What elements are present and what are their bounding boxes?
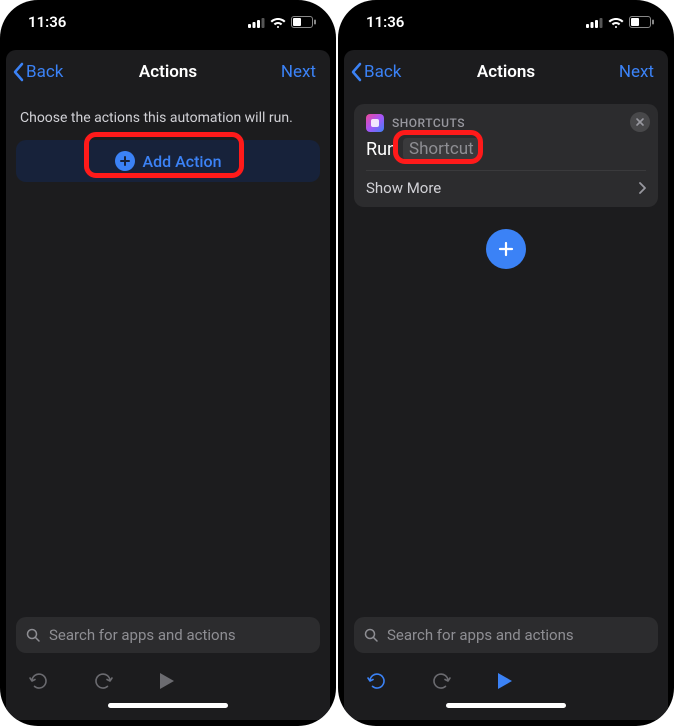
search-placeholder: Search for apps and actions bbox=[387, 626, 574, 644]
cellular-icon bbox=[248, 17, 265, 28]
undo-icon bbox=[28, 670, 50, 692]
undo-button[interactable] bbox=[360, 664, 394, 698]
chevron-right-icon bbox=[638, 181, 646, 195]
toolbar bbox=[16, 661, 320, 701]
redo-button[interactable] bbox=[86, 664, 120, 698]
phone-left: 11:36 Back Actions Next Choose the actio… bbox=[0, 0, 336, 726]
redo-icon bbox=[430, 670, 452, 692]
action-card: SHORTCUTS Run Shortcut Show More bbox=[354, 104, 658, 207]
add-action-button[interactable]: Add Action bbox=[16, 140, 320, 182]
redo-icon bbox=[92, 670, 114, 692]
nav-bar: Back Actions Next bbox=[6, 50, 330, 94]
search-input[interactable]: Search for apps and actions bbox=[354, 617, 658, 653]
bottom-area: Search for apps and actions bbox=[344, 609, 668, 720]
card-header-label: SHORTCUTS bbox=[392, 116, 465, 130]
status-time: 11:36 bbox=[366, 13, 404, 31]
home-indicator[interactable] bbox=[446, 703, 566, 708]
instruction-text: Choose the actions this automation will … bbox=[20, 110, 320, 126]
play-button[interactable] bbox=[150, 664, 184, 698]
back-button[interactable]: Back bbox=[6, 62, 63, 82]
content-area: SHORTCUTS Run Shortcut Show More bbox=[344, 94, 668, 609]
back-button[interactable]: Back bbox=[344, 62, 401, 82]
add-action-label: Add Action bbox=[143, 152, 222, 171]
status-icons bbox=[248, 16, 316, 28]
phone-right: 11:36 Back Actions Next SHO bbox=[338, 0, 674, 726]
shortcut-token[interactable]: Shortcut bbox=[403, 138, 480, 160]
add-action-fab[interactable] bbox=[486, 229, 526, 269]
toolbar bbox=[354, 661, 658, 701]
status-bar: 11:36 bbox=[0, 0, 336, 44]
home-indicator[interactable] bbox=[108, 703, 228, 708]
battery-icon bbox=[629, 16, 654, 28]
status-time: 11:36 bbox=[28, 13, 66, 31]
bottom-area: Search for apps and actions bbox=[6, 609, 330, 720]
chevron-left-icon bbox=[12, 62, 24, 82]
nav-bar: Back Actions Next bbox=[344, 50, 668, 94]
plus-icon bbox=[497, 240, 515, 258]
play-icon bbox=[158, 671, 176, 691]
card-header: SHORTCUTS bbox=[366, 114, 646, 132]
plus-circle-icon bbox=[115, 151, 135, 171]
wifi-icon bbox=[608, 16, 624, 28]
next-button[interactable]: Next bbox=[619, 62, 668, 82]
cellular-icon bbox=[586, 17, 603, 28]
shortcuts-app-icon bbox=[366, 114, 384, 132]
redo-button[interactable] bbox=[424, 664, 458, 698]
next-button[interactable]: Next bbox=[281, 62, 330, 82]
show-more-label: Show More bbox=[366, 179, 441, 197]
search-icon bbox=[364, 628, 379, 643]
search-placeholder: Search for apps and actions bbox=[49, 626, 236, 644]
back-label: Back bbox=[26, 62, 63, 82]
status-bar: 11:36 bbox=[338, 0, 674, 44]
card-close-button[interactable] bbox=[630, 112, 650, 132]
undo-button[interactable] bbox=[22, 664, 56, 698]
wifi-icon bbox=[270, 16, 286, 28]
play-icon bbox=[496, 671, 514, 691]
run-label: Run bbox=[366, 139, 397, 160]
show-more-button[interactable]: Show More bbox=[366, 170, 646, 197]
play-button[interactable] bbox=[488, 664, 522, 698]
nav-title: Actions bbox=[139, 62, 197, 82]
content-area: Choose the actions this automation will … bbox=[6, 94, 330, 609]
undo-icon bbox=[366, 670, 388, 692]
battery-icon bbox=[291, 16, 316, 28]
search-input[interactable]: Search for apps and actions bbox=[16, 617, 320, 653]
card-action-line: Run Shortcut bbox=[366, 138, 646, 160]
status-icons bbox=[586, 16, 654, 28]
nav-title: Actions bbox=[477, 62, 535, 82]
back-label: Back bbox=[364, 62, 401, 82]
close-icon bbox=[635, 117, 645, 127]
chevron-left-icon bbox=[350, 62, 362, 82]
search-icon bbox=[26, 628, 41, 643]
